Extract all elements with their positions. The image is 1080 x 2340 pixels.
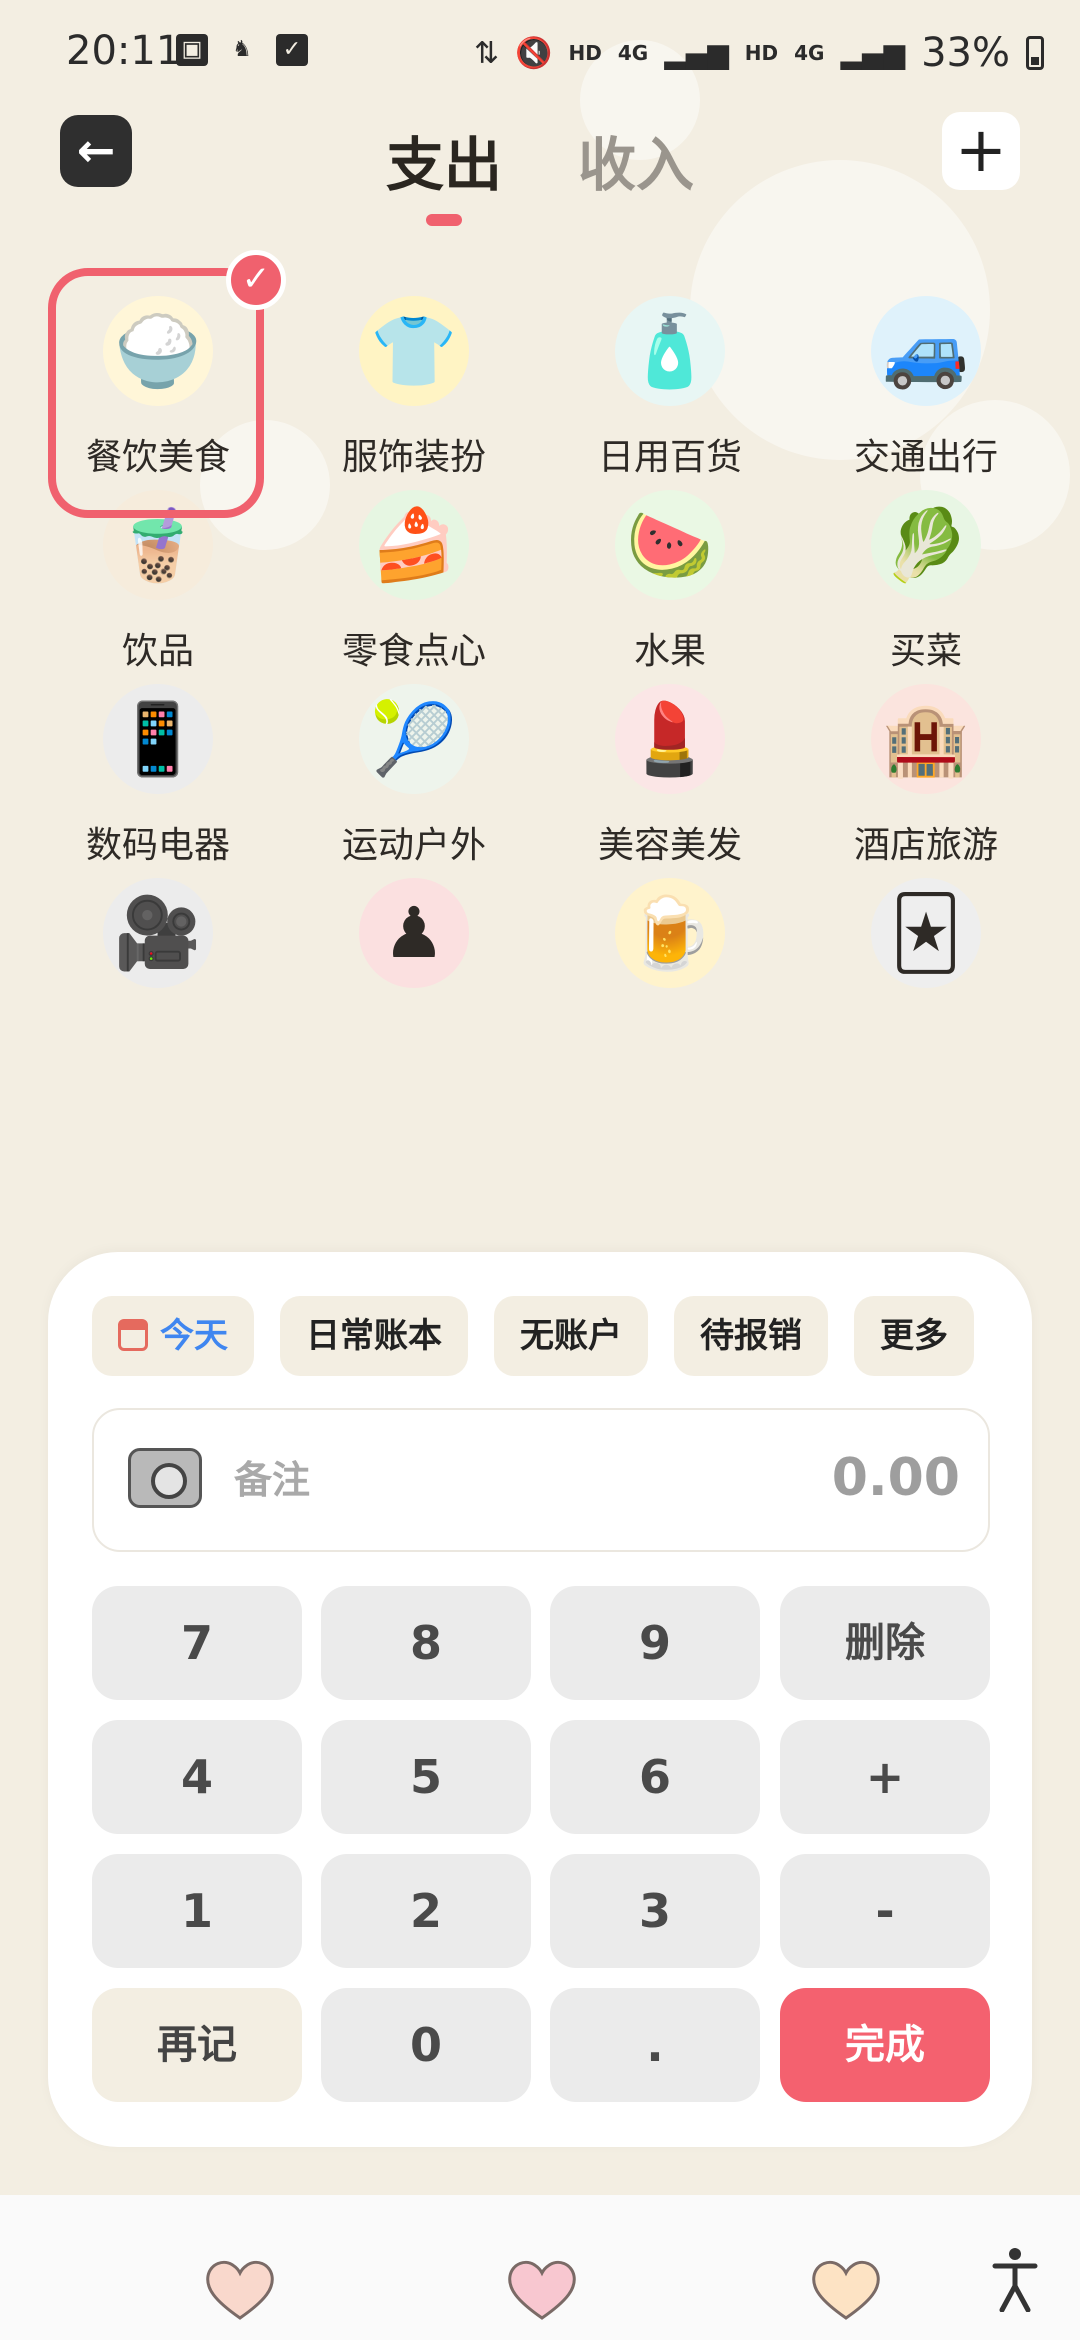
minus-button[interactable]: - — [780, 1854, 990, 1968]
add-category-button[interactable]: + — [942, 112, 1020, 190]
key-6[interactable]: 6 — [550, 1720, 760, 1834]
category-label: 酒店旅游 — [853, 825, 998, 866]
heart-icon[interactable] — [810, 2258, 882, 2322]
cosmetics-icon: 💄 — [615, 684, 725, 794]
check-icon: ✓ — [226, 250, 286, 310]
chip-account[interactable]: 无账户 — [494, 1296, 648, 1376]
key-5[interactable]: 5 — [321, 1720, 531, 1834]
key-1[interactable]: 1 — [92, 1854, 302, 1968]
camera-icon[interactable] — [128, 1448, 202, 1508]
status-time: 20:11 — [66, 28, 182, 74]
fruit-icon: 🍉 — [615, 490, 725, 600]
status-right: ⇅ 🔇 HD 4G ▂▄▆ HD 4G ▂▄▆ 33% — [474, 30, 1044, 76]
key-dot[interactable]: . — [550, 1988, 760, 2102]
playing-cards-icon: 🃏 — [871, 878, 981, 988]
record-again-button[interactable]: 再记 — [92, 1988, 302, 2102]
key-2[interactable]: 2 — [321, 1854, 531, 1968]
projector-icon: 🎥 — [103, 878, 213, 988]
chip-more[interactable]: 更多 — [854, 1296, 974, 1376]
hd-label-1: HD — [568, 41, 602, 65]
category-item[interactable]: 💄 美容美发 — [560, 654, 780, 914]
network-type-1: 4G — [617, 41, 649, 65]
hd-label-2: HD — [744, 41, 779, 65]
mute-icon: 🔇 — [515, 35, 553, 71]
checkbox-icon: ✓ — [276, 34, 308, 66]
chip-ledger[interactable]: 日常账本 — [280, 1296, 468, 1376]
note-input[interactable] — [234, 1452, 654, 1508]
entry-panel: 今天 日常账本无账户待报销更多 0.00 7 8 9 删除 4 5 6 + 1 2… — [48, 1252, 1032, 2147]
selected-category-outline — [48, 268, 264, 518]
back-arrow-icon: ← — [76, 123, 116, 177]
notification-icons: ▣ ♞ ✓ — [176, 34, 308, 66]
data-transfer-icon: ⇅ — [474, 35, 500, 71]
battery-icon — [1026, 36, 1044, 70]
chip-reimburse[interactable]: 待报销 — [674, 1296, 828, 1376]
amount-display: 0.00 — [831, 1448, 960, 1508]
soap-bottle-icon: 🧴 — [615, 296, 725, 406]
plus-button[interactable]: + — [780, 1720, 990, 1834]
car-icon: 🚙 — [871, 296, 981, 406]
done-button[interactable]: 完成 — [780, 1988, 990, 2102]
active-tab-indicator — [426, 214, 462, 226]
plus-icon: + — [955, 113, 1007, 186]
category-label: 美容美发 — [597, 825, 742, 866]
key-4[interactable]: 4 — [92, 1720, 302, 1834]
cake-icon: 🍰 — [359, 490, 469, 600]
status-bar: 20:11 ▣ ♞ ✓ ⇅ 🔇 HD 4G ▂▄▆ HD 4G ▂▄▆ 33% — [0, 0, 1080, 100]
key-8[interactable]: 8 — [321, 1586, 531, 1700]
phone-icon: 📱 — [103, 684, 213, 794]
network-type-2: 4G — [794, 41, 825, 65]
key-3[interactable]: 3 — [550, 1854, 760, 1968]
key-7[interactable]: 7 — [92, 1586, 302, 1700]
category-item[interactable]: 🏨 酒店旅游 — [816, 654, 1036, 914]
category-item[interactable]: 🎾 运动户外 — [304, 654, 524, 914]
vegetable-icon: 🥬 — [871, 490, 981, 600]
sports-icon: 🎾 — [359, 684, 469, 794]
game-piece-icon: ♟ — [359, 878, 469, 988]
chip-today[interactable]: 今天 — [92, 1296, 254, 1376]
heart-icon[interactable] — [204, 2258, 276, 2322]
key-9[interactable]: 9 — [550, 1586, 760, 1700]
category-label: 数码电器 — [85, 825, 230, 866]
battery-percent: 33% — [921, 30, 1010, 76]
clothing-icon: 👕 — [359, 296, 469, 406]
back-button[interactable]: ← — [60, 115, 132, 187]
delete-button[interactable]: 删除 — [780, 1586, 990, 1700]
chip-row: 今天 日常账本 无账户 待报销 更多 — [92, 1296, 1032, 1380]
key-0[interactable]: 0 — [321, 1988, 531, 2102]
signal-icon-1: ▂▄▆ — [664, 36, 729, 70]
calendar-icon — [118, 1319, 148, 1351]
hotel-icon: 🏨 — [871, 684, 981, 794]
tab-income[interactable]: 收入 — [578, 118, 694, 202]
tab-expense[interactable]: 支出 — [386, 118, 502, 202]
category-item[interactable]: 📱 数码电器 — [48, 654, 268, 914]
category-label: 运动户外 — [341, 825, 486, 866]
chip-today-label: 今天 — [160, 1316, 228, 1356]
note-row: 0.00 — [92, 1408, 990, 1552]
signal-icon-2: ▂▄▆ — [840, 36, 906, 70]
gallery-icon: ▣ — [176, 34, 208, 66]
app-notification-icon: ♞ — [232, 37, 252, 62]
beer-icon: 🍺 — [615, 878, 725, 988]
heart-icon[interactable] — [506, 2258, 578, 2322]
accessibility-icon[interactable] — [992, 2246, 1038, 2312]
